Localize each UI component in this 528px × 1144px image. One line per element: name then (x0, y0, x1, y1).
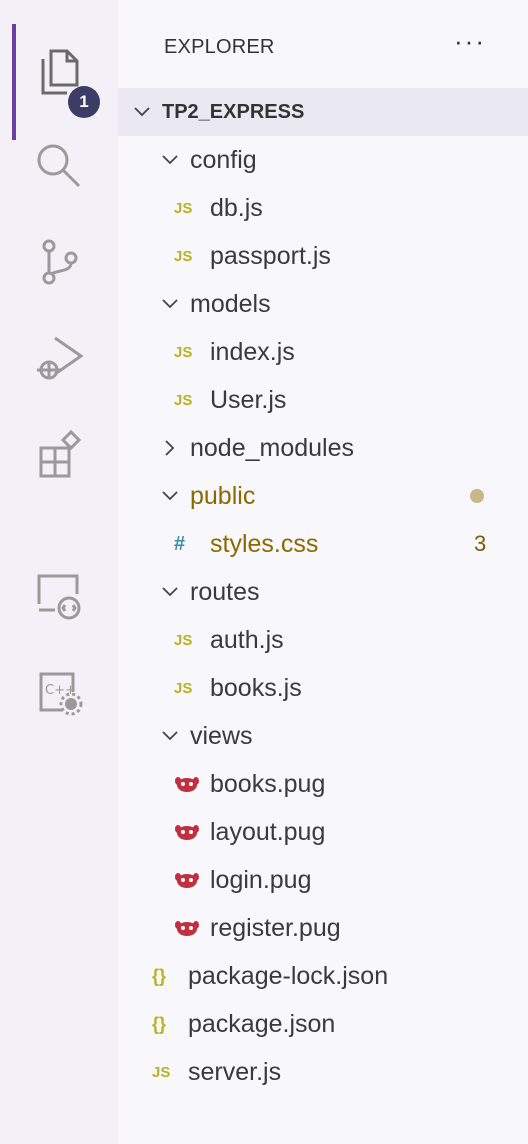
file-label: index.js (210, 337, 295, 366)
file-label: passport.js (210, 241, 331, 270)
chevron-down-icon (158, 587, 182, 597)
cpp-settings-icon: C++ (31, 664, 87, 720)
activity-explorer[interactable]: 1 (0, 24, 118, 140)
js-file-icon: JS (174, 391, 193, 409)
run-debug-icon (29, 328, 89, 388)
activity-source-control[interactable] (0, 214, 118, 310)
tree-folder-models[interactable]: models (118, 280, 528, 328)
chevron-down-icon (158, 731, 182, 741)
chevron-right-icon (158, 440, 182, 456)
source-control-icon (31, 234, 87, 290)
chevron-down-icon (158, 155, 182, 165)
tree-folder-routes[interactable]: routes (118, 568, 528, 616)
js-file-icon: JS (174, 679, 193, 697)
js-file-icon: JS (174, 631, 193, 649)
chevron-down-icon (158, 299, 182, 309)
tree-folder-node-modules[interactable]: node_modules (118, 424, 528, 472)
folder-label: views (190, 721, 253, 750)
explorer-title: EXPLORER (164, 36, 275, 58)
json-file-icon: {} (152, 1013, 167, 1034)
activity-remote-explorer[interactable] (0, 548, 118, 644)
file-label: User.js (210, 385, 287, 414)
js-file-icon: JS (174, 199, 193, 217)
svg-text:C++: C++ (45, 683, 76, 698)
search-icon (31, 138, 87, 194)
file-label: package.json (188, 1009, 336, 1038)
file-label: layout.pug (210, 817, 326, 846)
tree-file-auth-js[interactable]: JS auth.js (118, 616, 528, 664)
more-actions-icon[interactable]: ··· (454, 26, 486, 57)
explorer-header: EXPLORER ··· (118, 0, 528, 88)
file-label: books.js (210, 673, 302, 702)
js-file-icon: JS (174, 247, 193, 265)
root-folder-label: TP2_EXPRESS (162, 100, 305, 123)
folder-label: node_modules (190, 433, 355, 462)
folder-label: public (190, 481, 256, 510)
pug-file-icon (174, 823, 210, 841)
remote-explorer-icon (31, 568, 87, 624)
tree-file-books-js[interactable]: JS books.js (118, 664, 528, 712)
file-label: server.js (188, 1057, 282, 1086)
tree-file-index-js[interactable]: JS index.js (118, 328, 528, 376)
folder-label: routes (190, 577, 260, 606)
file-label: package-lock.json (188, 961, 389, 990)
js-file-icon: JS (152, 1063, 171, 1081)
tree-file-login-pug[interactable]: login.pug (118, 856, 528, 904)
chevron-down-icon (130, 107, 154, 117)
pug-file-icon (174, 871, 210, 889)
file-label: styles.css (210, 529, 319, 558)
activity-cpp-tools[interactable]: C++ (0, 644, 118, 740)
css-file-icon: # (174, 532, 186, 555)
tree-file-register-pug[interactable]: register.pug (118, 904, 528, 952)
tree-file-layout-pug[interactable]: layout.pug (118, 808, 528, 856)
pug-file-icon (174, 775, 210, 793)
activity-extensions[interactable] (0, 406, 118, 502)
tree-folder-config[interactable]: config (118, 136, 528, 184)
file-label: login.pug (210, 865, 312, 894)
tree-file-server-js[interactable]: JS server.js (118, 1048, 528, 1096)
tree-file-package-lock-json[interactable]: {} package-lock.json (118, 952, 528, 1000)
file-label: books.pug (210, 769, 326, 798)
pug-file-icon (174, 919, 210, 937)
tree-file-package-json[interactable]: {} package.json (118, 1000, 528, 1048)
file-label: db.js (210, 193, 263, 222)
activity-bar: 1 C++ (0, 0, 118, 1144)
js-file-icon: JS (174, 343, 193, 361)
modified-dot (470, 489, 484, 503)
file-label: auth.js (210, 625, 284, 654)
tree-file-passport-js[interactable]: JS passport.js (118, 232, 528, 280)
folder-label: models (190, 289, 271, 318)
problem-count: 3 (474, 531, 487, 556)
explorer-badge: 1 (68, 86, 100, 118)
chevron-down-icon (158, 491, 182, 501)
extensions-icon (31, 426, 87, 482)
tree-file-db-js[interactable]: JS db.js (118, 184, 528, 232)
tree-file-books-pug[interactable]: books.pug (118, 760, 528, 808)
tree-folder-views[interactable]: views (118, 712, 528, 760)
activity-search[interactable] (0, 118, 118, 214)
folder-label: config (190, 145, 257, 174)
tree-file-styles-css[interactable]: # styles.css 3 (118, 520, 528, 568)
file-label: register.pug (210, 913, 341, 942)
activity-run-debug[interactable] (0, 310, 118, 406)
explorer-sidebar: EXPLORER ··· TP2_EXPRESS config JS db.js… (118, 0, 528, 1144)
tree-file-user-js[interactable]: JS User.js (118, 376, 528, 424)
json-file-icon: {} (152, 965, 167, 986)
tree-root[interactable]: TP2_EXPRESS (118, 88, 528, 136)
tree-folder-public[interactable]: public (118, 472, 528, 520)
